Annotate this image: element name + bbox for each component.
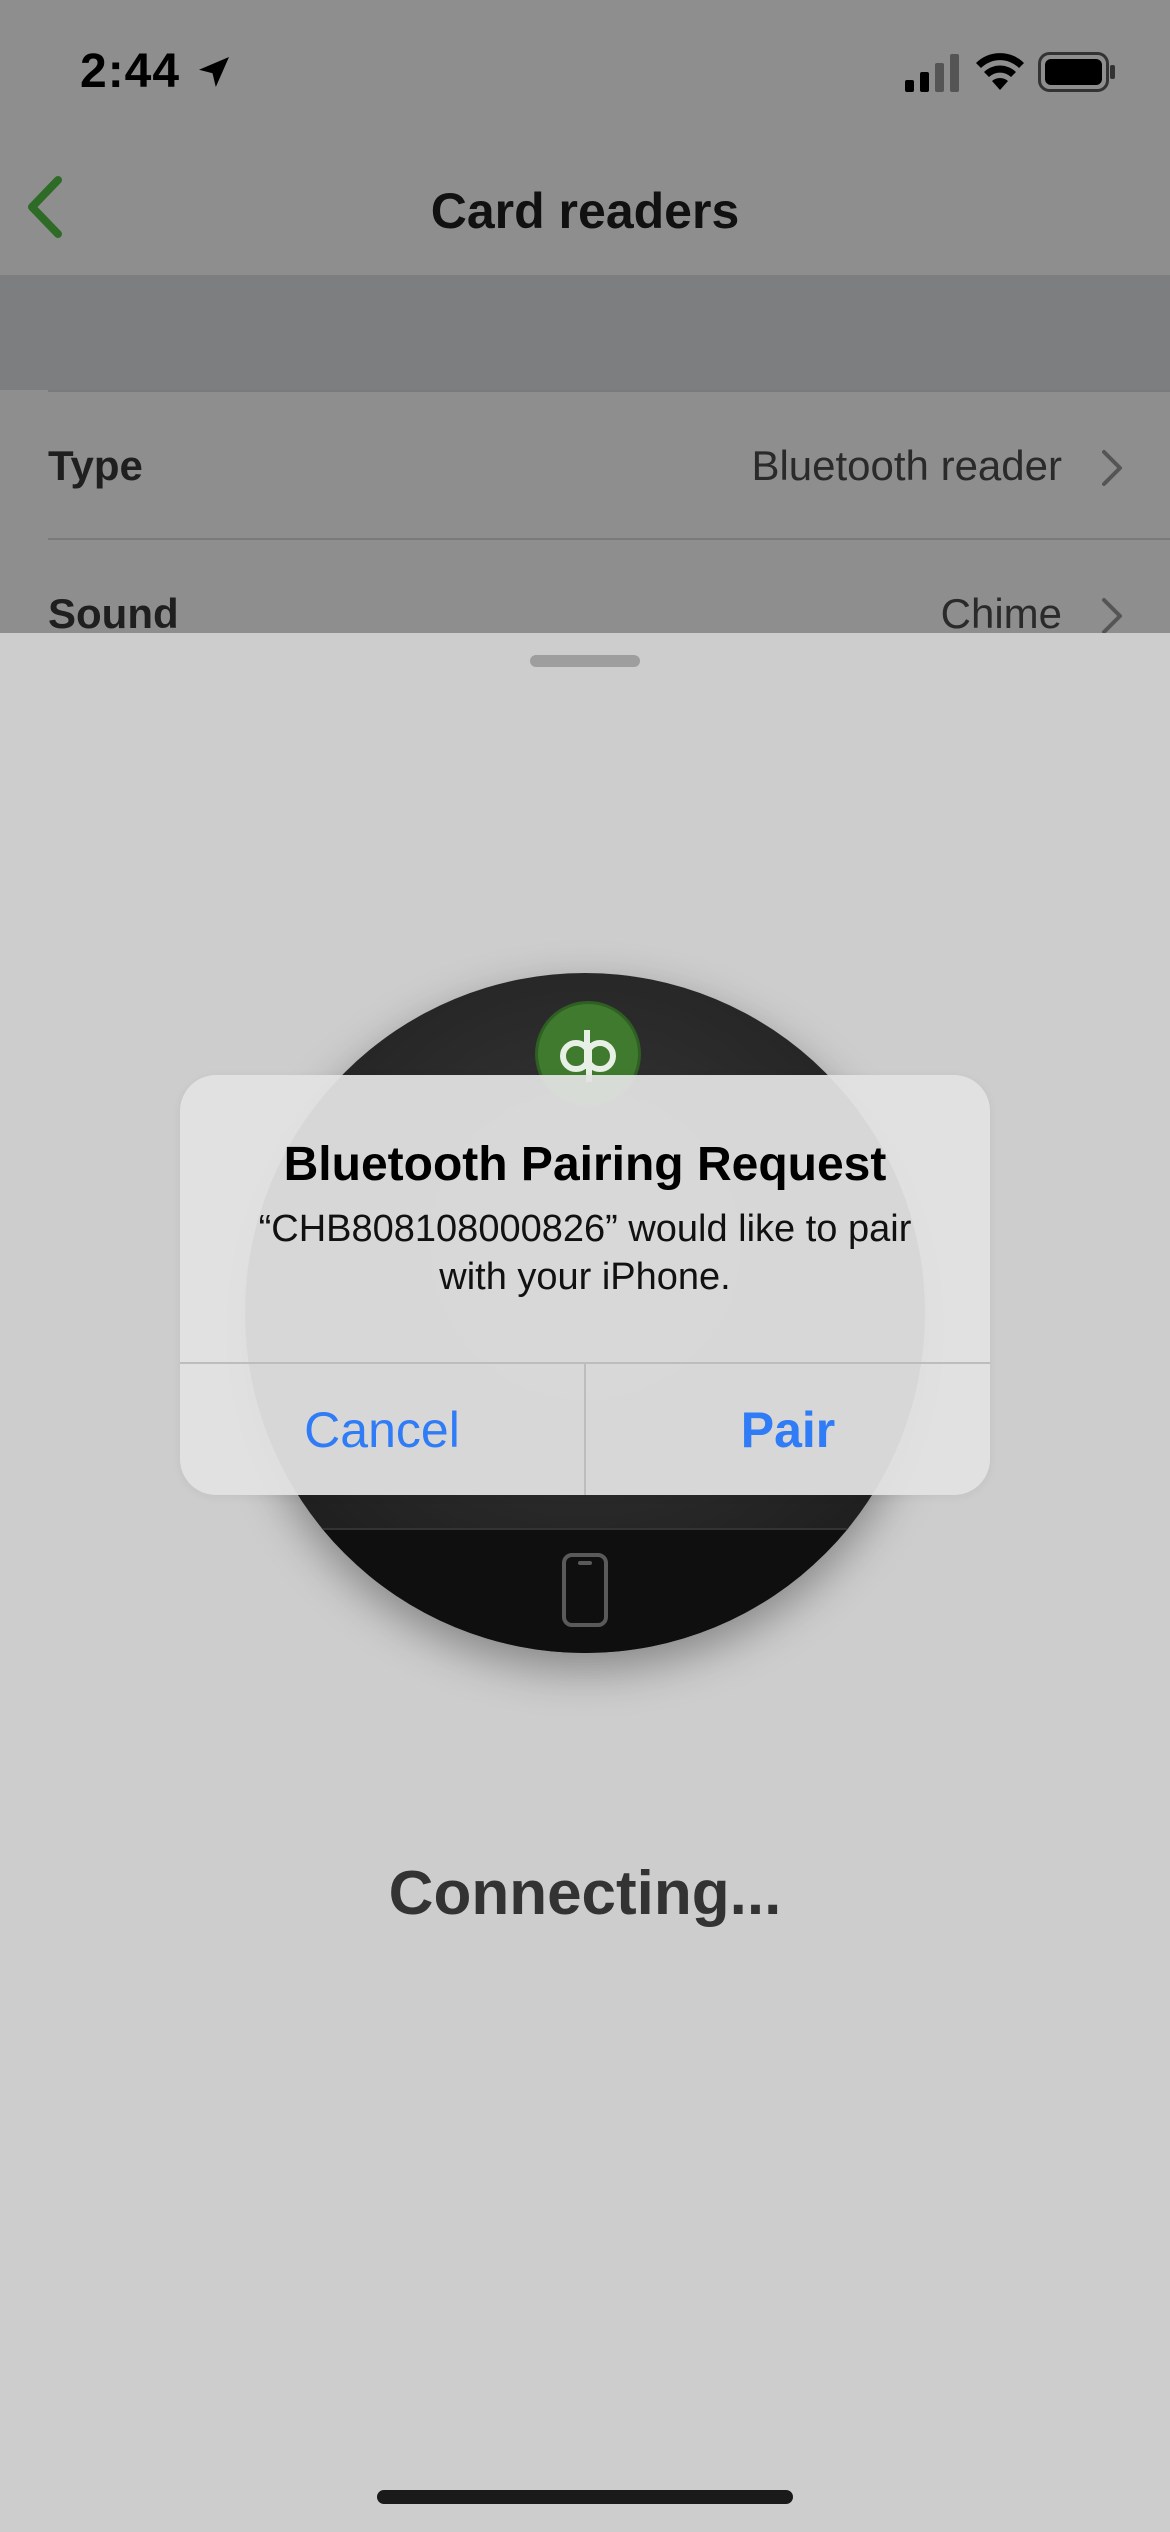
row-value: Bluetooth reader [751,442,1062,489]
row-value: Chime [940,590,1062,637]
location-arrow-icon [199,57,229,87]
phone-icon [562,1553,608,1627]
alert-title: Bluetooth Pairing Request [283,1138,887,1191]
status-time: 2:44 [80,45,181,98]
section-spacer [0,275,1170,390]
cellular-signal-icon [905,54,959,92]
chevron-right-icon [1102,598,1122,634]
page-title: Card readers [430,183,740,239]
cancel-button[interactable]: Cancel [180,1364,584,1495]
row-label: Sound [48,590,179,637]
battery-icon [1038,52,1115,92]
home-indicator[interactable] [377,2490,793,2504]
pair-button[interactable]: Pair [586,1364,990,1495]
status-bar: 2:44 [0,0,1170,150]
settings-list: Type Bluetooth reader Sound Chime [0,390,1170,640]
bluetooth-pairing-alert: Bluetooth Pairing Request “CHB8081080008… [180,1075,990,1495]
wifi-icon [976,53,1024,90]
connection-status: Connecting... [388,1859,782,1928]
settings-row-type[interactable]: Type Bluetooth reader [48,390,1170,540]
row-label: Type [48,442,143,489]
chevron-right-icon [1102,450,1122,486]
bottom-sheet: Connecting... [0,633,1170,2532]
alert-message: “CHB808108000826” would like to pair wit… [258,1208,912,1298]
sheet-grabber[interactable] [530,655,640,667]
